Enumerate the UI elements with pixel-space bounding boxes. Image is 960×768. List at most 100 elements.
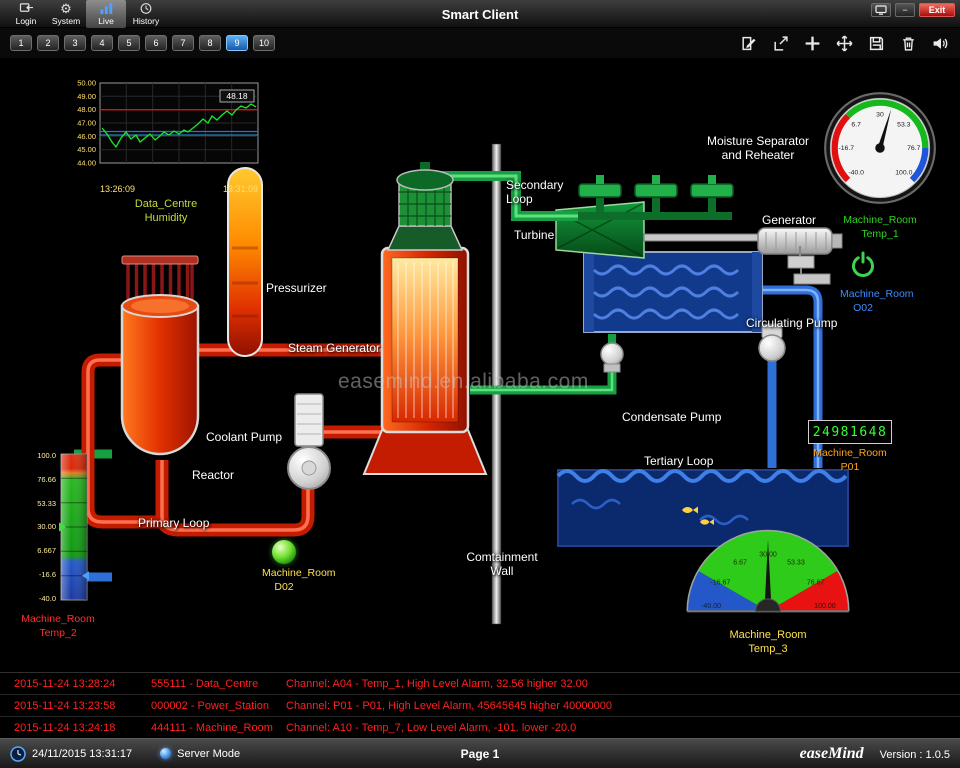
tab-login[interactable]: Login [6,0,46,28]
mimic-canvas: easemind.en.alibaba.com Moisture Separat… [0,58,960,672]
svg-text:46.00: 46.00 [77,132,96,141]
status-bar: 24/11/2015 13:31:17 Server Mode Page 1 e… [0,738,960,768]
save-button[interactable] [866,33,886,53]
svg-text:100.00: 100.00 [814,603,836,610]
move-icon [836,35,853,52]
alarm-time: 2015-11-24 13:23:58 [0,700,151,712]
trash-icon [900,35,917,52]
bar-gauge-temp2-label: Machine_Room Temp_2 [18,613,98,640]
switch-o02-label: Machine_Room O02 [840,288,886,315]
gauge-temp1: -40.0 -16.7 6.7 30 53.3 76.7 100.0 Machi… [822,90,938,241]
page-button-7[interactable]: 7 [172,35,194,51]
svg-text:6.7: 6.7 [851,121,861,128]
tool-buttons [738,33,950,53]
tab-live[interactable]: Live [86,0,126,28]
watermark: easemind.en.alibaba.com [338,370,589,394]
tab-system-label: System [52,16,80,26]
bar-chart-icon [99,2,114,15]
gauge-temp3-dial: -40.00 -16.67 6.67 30.00 53.33 76.67 100… [680,526,856,620]
window-controls: − Exit [871,3,955,17]
login-icon [19,2,34,15]
humidity-trend-chart: 50.00 49.00 48.00 47.00 46.00 45.00 44.0… [66,78,266,226]
display-switch-button[interactable] [871,3,891,17]
bar-gauge-temp2: 100.0 76.66 53.33 30.00 6.667 -16.6 -40.… [26,452,89,602]
brand-logo: easeMind [800,745,864,763]
svg-text:6.67: 6.67 [733,560,747,567]
label-coolant-pump: Coolant Pump [206,430,282,444]
svg-text:30: 30 [876,111,884,118]
indicator-d02: Machine_Room D02 [262,540,306,594]
speaker-icon [932,35,949,52]
label-reactor: Reactor [192,468,234,482]
chart-title: Data_Centre Humidity [66,197,266,226]
export-icon [772,35,789,52]
move-button[interactable] [834,33,854,53]
page-button-2[interactable]: 2 [37,35,59,51]
history-clock-icon [139,2,153,15]
monitor-icon [875,5,887,15]
edit-button[interactable] [738,33,758,53]
humidity-trend-plot: 50.00 49.00 48.00 47.00 46.00 45.00 44.0… [66,78,266,178]
svg-text:47.00: 47.00 [77,119,96,128]
status-datetime: 24/11/2015 13:31:17 [32,748,132,760]
alarm-row[interactable]: 2015-11-24 13:23:58 000002 - Power_Stati… [0,695,960,717]
delete-button[interactable] [898,33,918,53]
indicator-d02-lamp [272,540,296,564]
power-icon [848,250,878,280]
condensate-pump-shape [601,343,623,372]
shaft [644,234,758,241]
page-button-6[interactable]: 6 [145,35,167,51]
svg-text:44.00: 44.00 [77,159,96,168]
label-pressurizer: Pressurizer [266,281,327,295]
svg-text:53.3: 53.3 [897,121,911,128]
bar-gauge-temp2-scale: 100.0 76.66 53.33 30.00 6.667 -16.6 -40.… [26,452,56,602]
coolant-pump-shape [288,394,330,489]
save-icon [868,35,885,52]
page-button-4[interactable]: 4 [91,35,113,51]
alarm-source: 000002 - Power_Station [151,700,286,712]
volume-button[interactable] [930,33,950,53]
page-button-9[interactable]: 9 [226,35,248,51]
alarm-row[interactable]: 2015-11-24 13:24:18 444111 - Machine_Roo… [0,717,960,739]
page-button-8[interactable]: 8 [199,35,221,51]
display-p01: 24981648 Machine_Room P01 [806,420,894,474]
plus-icon [804,35,821,52]
label-circulating-pump: Circulating Pump [746,316,837,330]
exit-button[interactable]: Exit [919,3,955,17]
tab-history[interactable]: History [126,0,166,28]
alarm-list: 2015-11-24 13:28:24 555111 - Data_Centre… [0,672,960,738]
server-mode-indicator [160,748,171,759]
reactor-shape [122,256,198,454]
page-button-10[interactable]: 10 [253,35,275,51]
add-button[interactable] [802,33,822,53]
svg-text:-40.00: -40.00 [701,603,721,610]
export-button[interactable] [770,33,790,53]
svg-text:53.33: 53.33 [787,560,805,567]
svg-text:49.00: 49.00 [77,92,96,101]
gauge-temp1-label: Machine_Room Temp_1 [822,214,938,241]
alarm-row[interactable]: 2015-11-24 13:28:24 555111 - Data_Centre… [0,673,960,695]
svg-text:76.67: 76.67 [807,579,825,586]
label-turbine: Turbine [514,228,554,242]
alarm-message: Channel: A10 - Temp_7, Low Level Alarm, … [286,722,960,734]
minimize-button[interactable]: − [895,3,915,17]
label-containment-wall: Comtainment Wall [458,550,546,579]
nav-tabs: Login ⚙ System Live History [6,0,166,28]
svg-text:-16.67: -16.67 [710,579,730,586]
chart-current-value: 48.18 [226,91,248,101]
clock-icon [10,746,26,762]
tab-live-label: Live [98,16,114,26]
page-button-5[interactable]: 5 [118,35,140,51]
page-button-3[interactable]: 3 [64,35,86,51]
svg-text:100.0: 100.0 [895,169,912,176]
switch-o02[interactable]: Machine_Room O02 [840,250,886,315]
page-button-1[interactable]: 1 [10,35,32,51]
svg-text:76.7: 76.7 [907,145,921,152]
page-buttons: 1 2 3 4 5 6 7 8 9 10 [10,35,275,51]
chart-x-tick-end: 13:31:09 [223,184,258,194]
tab-system[interactable]: ⚙ System [46,0,86,28]
alarm-message: Channel: A04 - Temp_1, High Level Alarm,… [286,678,960,690]
display-p01-value: 24981648 [808,420,892,444]
display-p01-label: Machine_Room P01 [806,447,894,474]
title-bar: Login ⚙ System Live History Smart Client [0,0,960,28]
